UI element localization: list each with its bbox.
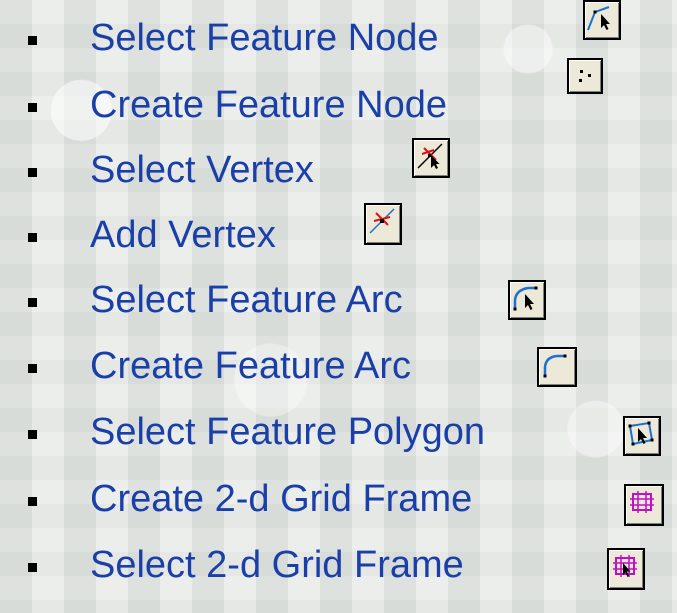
create-feature-node-icon[interactable] — [567, 58, 603, 94]
item-label: Select Feature Polygon — [90, 411, 486, 453]
bullet-icon — [28, 298, 37, 307]
create-2d-grid-frame-icon[interactable] — [624, 484, 664, 526]
bullet-icon — [28, 36, 37, 45]
bullet-icon — [28, 563, 37, 572]
create-feature-arc-icon[interactable] — [537, 347, 577, 387]
item-label: Select Feature Node — [90, 17, 439, 59]
add-vertex-icon[interactable] — [364, 203, 402, 245]
item-label: Create Feature Node — [90, 84, 447, 126]
item-label: Select Feature Arc — [90, 279, 403, 321]
bullet-icon — [28, 233, 37, 242]
item-label: Select Vertex — [90, 149, 314, 191]
item-label: Create 2-d Grid Frame — [90, 478, 473, 520]
item-label: Add Vertex — [90, 214, 276, 256]
bullet-icon — [28, 430, 37, 439]
bullet-icon — [28, 364, 37, 373]
select-feature-node-icon[interactable] — [583, 0, 621, 40]
select-vertex-icon[interactable] — [412, 138, 450, 178]
item-label: Create Feature Arc — [90, 345, 412, 387]
select-feature-polygon-icon[interactable] — [623, 416, 661, 456]
bullet-icon — [28, 103, 37, 112]
select-feature-arc-icon[interactable] — [508, 280, 546, 320]
bullet-icon — [28, 168, 37, 177]
bullet-icon — [28, 497, 37, 506]
item-label: Select 2-d Grid Frame — [90, 544, 464, 586]
select-2d-grid-frame-icon[interactable] — [607, 548, 645, 590]
